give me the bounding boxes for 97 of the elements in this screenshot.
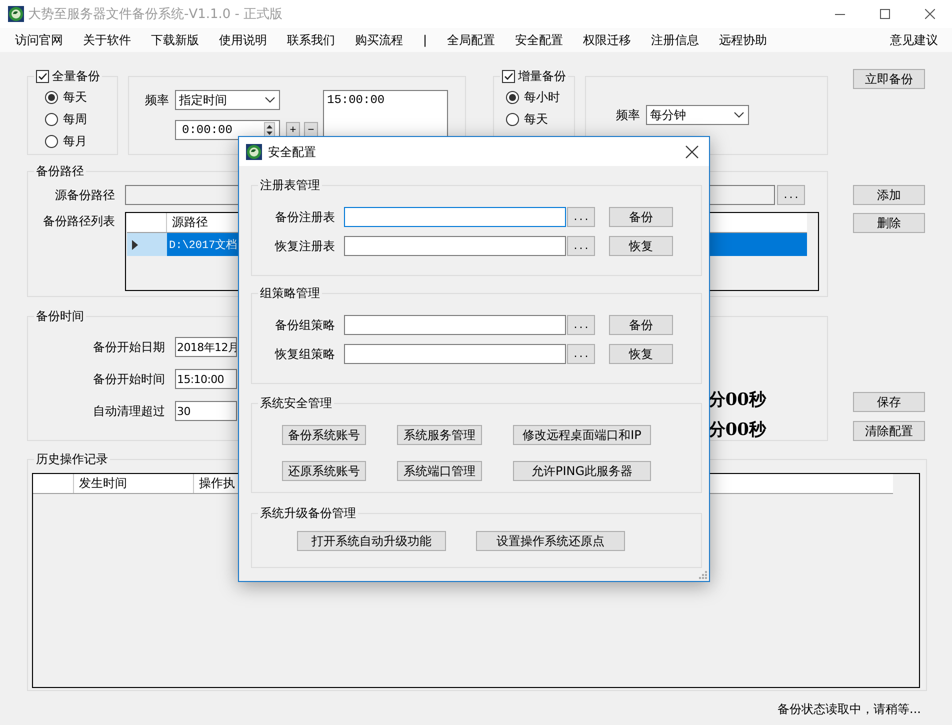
radio-button[interactable] xyxy=(506,112,519,126)
radio-label: 每周 xyxy=(63,111,87,127)
action-button[interactable]: 修改远程桌面端口和IP xyxy=(513,425,651,445)
countdown-text: 分00秒 xyxy=(708,420,766,440)
backup-now-button[interactable]: 立即备份 xyxy=(853,69,925,89)
radio-button[interactable] xyxy=(45,134,58,148)
checkbox-label: 增量备份 xyxy=(518,68,566,84)
clear-config-button[interactable]: 清除配置 xyxy=(853,421,925,441)
menu-item[interactable]: 关于软件 xyxy=(83,32,131,48)
backup-button[interactable]: 备份 xyxy=(609,207,673,227)
menu-item[interactable]: 远程协助 xyxy=(719,32,768,48)
checkbox-label: 全量备份 xyxy=(52,68,100,84)
window-title: 大势至服务器文件备份系统-V1.1.0 - 正式版 xyxy=(28,6,283,23)
column-header: 操作执 xyxy=(199,475,235,492)
browse-button[interactable]: ... xyxy=(567,207,595,227)
column-header: 发生时间 xyxy=(79,475,127,492)
input-field[interactable] xyxy=(344,344,566,364)
dropdown[interactable]: 每分钟 xyxy=(646,105,749,125)
menu-item[interactable]: 安全配置 xyxy=(515,32,564,48)
menu-item[interactable]: 全局配置 xyxy=(447,32,496,48)
action-button[interactable]: 设置操作系统还原点 xyxy=(476,531,625,551)
radio-label: 每月 xyxy=(63,133,87,149)
restore-button[interactable]: 恢复 xyxy=(609,344,673,364)
restore-button[interactable]: 恢复 xyxy=(609,236,673,256)
browse-button[interactable]: ... xyxy=(567,315,595,335)
radio-label: 每天 xyxy=(63,89,87,105)
action-button[interactable]: 系统服务管理 xyxy=(397,425,482,445)
field-label: 源备份路径 xyxy=(55,187,115,203)
column-header: 源路径 xyxy=(172,214,208,231)
menu-item[interactable]: 权限迁移 xyxy=(583,32,632,48)
status-text: 备份状态读取中，请稍等... xyxy=(778,701,921,717)
countdown-text: 分00秒 xyxy=(708,390,766,410)
close-button[interactable] xyxy=(685,144,699,158)
menu-item[interactable]: 注册信息 xyxy=(651,32,700,48)
input-field[interactable] xyxy=(344,315,566,335)
time-spinner[interactable]: 0:00:00 xyxy=(175,120,280,140)
checkbox[interactable] xyxy=(36,70,49,82)
field-label: 恢复组策略 xyxy=(274,346,335,362)
group-title: 注册表管理 xyxy=(260,177,320,193)
group-title: 系统安全管理 xyxy=(260,395,332,411)
maximize-icon xyxy=(880,9,890,19)
action-button[interactable]: 还原系统账号 xyxy=(282,461,366,481)
input-field[interactable]: 30 xyxy=(175,401,237,421)
save-button[interactable]: 保存 xyxy=(853,392,925,412)
browse-button[interactable]: ... xyxy=(777,185,805,205)
input-field[interactable] xyxy=(344,236,566,256)
browse-button[interactable]: ... xyxy=(567,236,595,256)
group-title: 组策略管理 xyxy=(260,285,320,301)
row-pointer-icon xyxy=(132,240,138,250)
frequency-label: 频率 xyxy=(616,107,640,123)
close-icon xyxy=(924,9,934,19)
action-button[interactable]: 系统端口管理 xyxy=(397,461,482,481)
radio-button[interactable] xyxy=(45,112,58,126)
list-item[interactable]: 15:00:00 xyxy=(327,93,444,107)
radio-label: 每天 xyxy=(524,111,548,127)
caret-icon xyxy=(265,97,275,103)
backup-button[interactable]: 备份 xyxy=(609,315,673,335)
menu-separator: | xyxy=(423,32,428,48)
field-label: 恢复注册表 xyxy=(274,238,335,254)
menu-item[interactable]: 联系我们 xyxy=(287,32,335,48)
field-label: 备份开始日期 xyxy=(93,339,165,355)
group-title: 备份路径 xyxy=(36,163,84,179)
browse-button[interactable]: ... xyxy=(567,344,595,364)
action-button[interactable]: 打开系统自动升级功能 xyxy=(297,531,446,551)
action-button[interactable]: 备份系统账号 xyxy=(282,425,366,445)
add-button[interactable]: 添加 xyxy=(853,185,925,205)
field-label: 备份开始时间 xyxy=(93,371,165,387)
group-title: 历史操作记录 xyxy=(36,451,108,467)
app-icon xyxy=(246,144,262,160)
resize-grip-icon[interactable] xyxy=(698,570,707,579)
menu-item[interactable]: 意见建议 xyxy=(890,32,938,48)
field-label: 备份组策略 xyxy=(274,317,335,333)
input-field[interactable]: 15:10:00 xyxy=(175,369,237,389)
spin-arrows-icon[interactable] xyxy=(264,122,275,138)
field-label: 自动清理超过 xyxy=(93,403,165,419)
field-label: 备份路径列表 xyxy=(43,213,115,229)
input-field[interactable]: 2018年12月 xyxy=(175,337,237,357)
delete-button[interactable]: 删除 xyxy=(853,213,925,233)
frequency-label: 频率 xyxy=(145,92,170,108)
caret-icon xyxy=(734,112,744,118)
menu-item[interactable]: 购买流程 xyxy=(355,32,403,48)
group-title: 备份时间 xyxy=(36,308,84,324)
dropdown[interactable]: 指定时间 xyxy=(175,90,280,110)
checkbox[interactable] xyxy=(502,70,515,82)
menu-item[interactable]: 访问官网 xyxy=(15,32,63,48)
radio-label: 每小时 xyxy=(524,89,560,105)
table-cell-text: D:\2017文档 xyxy=(169,238,238,252)
menu-item[interactable]: 使用说明 xyxy=(219,32,267,48)
menu-item[interactable]: 下载新版 xyxy=(151,32,199,48)
radio-button[interactable] xyxy=(506,90,519,104)
radio-button[interactable] xyxy=(45,90,58,104)
field-label: 备份注册表 xyxy=(274,209,335,225)
app-icon xyxy=(8,6,24,22)
input-field[interactable] xyxy=(344,207,566,227)
action-button[interactable]: 允许PING此服务器 xyxy=(513,461,651,481)
dialog-title: 安全配置 xyxy=(268,144,316,160)
group-title: 系统升级备份管理 xyxy=(260,505,356,521)
